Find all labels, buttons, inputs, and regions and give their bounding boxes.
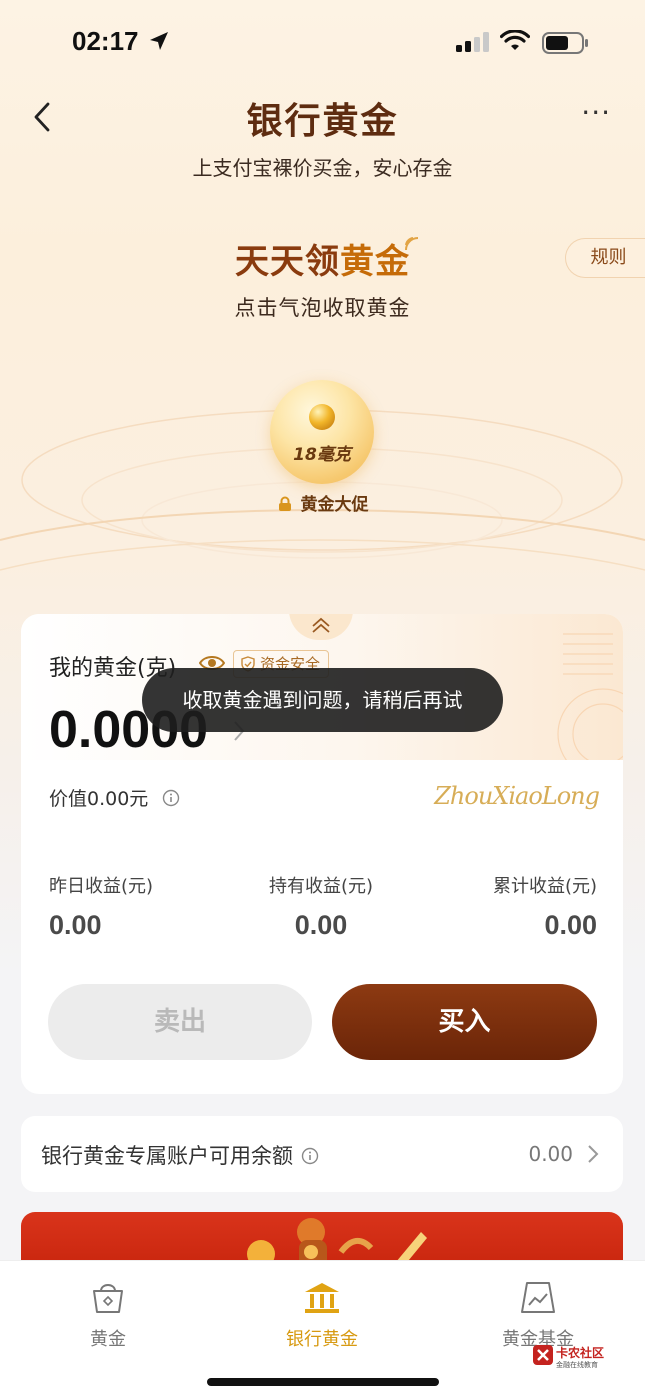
status-bar: 02:17 bbox=[0, 26, 645, 62]
tab-bank-gold[interactable]: 银行黄金 bbox=[252, 1281, 392, 1351]
page-title: 银行黄金 bbox=[246, 101, 399, 142]
more-options-button[interactable]: ··· bbox=[581, 96, 611, 129]
gold-bubble[interactable]: 18毫克 bbox=[270, 380, 374, 484]
home-indicator[interactable] bbox=[207, 1378, 439, 1386]
nav-bar: 银行黄金 ··· bbox=[0, 88, 645, 144]
bag-icon bbox=[93, 1284, 123, 1313]
cellular-signal-icon bbox=[456, 32, 490, 56]
chart-icon bbox=[521, 1282, 555, 1313]
battery-icon bbox=[542, 32, 590, 58]
daily-gold-logo: 天天领黄金 bbox=[0, 234, 645, 283]
signature-logo: ZhouXiaoLong bbox=[434, 782, 600, 810]
wifi-icon bbox=[499, 29, 531, 56]
balance-value: 0.00 bbox=[528, 1142, 573, 1166]
stat-label: 昨日收益(元) bbox=[49, 876, 154, 897]
promo-label: 黄金大促 bbox=[0, 490, 645, 517]
info-icon[interactable] bbox=[162, 789, 180, 812]
tab-gold[interactable]: 黄金 bbox=[38, 1281, 178, 1351]
stat-holding: 持有收益(元) 0.00 bbox=[269, 872, 373, 941]
rules-button[interactable]: 规则 bbox=[565, 238, 645, 278]
chevron-up-double-icon bbox=[312, 617, 330, 633]
account-balance-row[interactable]: 银行黄金专属账户可用余额 0.00 bbox=[21, 1116, 623, 1192]
stat-value: 0.00 bbox=[544, 910, 597, 940]
lock-icon bbox=[277, 496, 293, 517]
daily-logo-part2: 黄金 bbox=[340, 242, 410, 282]
sparkle-icon bbox=[405, 237, 419, 251]
balance-label-text: 银行黄金专属账户可用余额 bbox=[41, 1144, 293, 1168]
tab-gold-fund[interactable]: 黄金基金 bbox=[468, 1281, 608, 1351]
stat-yesterday: 昨日收益(元) 0.00 bbox=[49, 872, 153, 941]
gold-value: 价值0.00元 bbox=[49, 784, 180, 812]
chevron-right-icon bbox=[587, 1144, 599, 1168]
status-time: 02:17 bbox=[72, 26, 139, 56]
watermark-brand: 卡农社区 bbox=[556, 1346, 605, 1360]
bank-icon bbox=[305, 1283, 339, 1313]
page-subtitle: 上支付宝裸价买金，安心存金 bbox=[192, 156, 453, 180]
stat-label: 持有收益(元) bbox=[269, 876, 374, 897]
location-arrow-icon bbox=[148, 30, 170, 56]
stat-label: 累计收益(元) bbox=[492, 876, 597, 897]
daily-logo-part1: 天天领 bbox=[235, 242, 340, 282]
stat-value: 0.00 bbox=[49, 910, 102, 940]
tab-label: 银行黄金 bbox=[286, 1329, 358, 1350]
promo-text: 黄金大促 bbox=[300, 495, 369, 515]
sell-button[interactable]: 卖出 bbox=[48, 984, 312, 1060]
buy-button[interactable]: 买入 bbox=[332, 984, 597, 1060]
stat-cumulative: 累计收益(元) 0.00 bbox=[493, 872, 597, 941]
gold-orb-icon bbox=[309, 404, 335, 430]
error-toast: 收取黄金遇到问题，请稍后再试 bbox=[142, 668, 503, 732]
collapse-button[interactable] bbox=[289, 614, 353, 640]
info-icon[interactable] bbox=[301, 1147, 319, 1165]
watermark-logo-icon bbox=[533, 1345, 553, 1365]
daily-subtitle: 点击气泡收取黄金 bbox=[234, 296, 411, 320]
balance-label: 银行黄金专属账户可用余额 bbox=[41, 1140, 319, 1170]
tab-label: 黄金 bbox=[90, 1329, 126, 1350]
gold-value-text: 价值0.00元 bbox=[49, 788, 149, 810]
stat-value: 0.00 bbox=[294, 910, 348, 940]
watermark-sub: 金融在线教育 bbox=[556, 1361, 598, 1369]
bubble-amount: 18毫克 bbox=[293, 445, 351, 465]
watermark: 卡农社区 金融在线教育 bbox=[532, 1344, 604, 1370]
earnings-stats: 昨日收益(元) 0.00 持有收益(元) 0.00 累计收益(元) 0.00 bbox=[49, 872, 597, 942]
